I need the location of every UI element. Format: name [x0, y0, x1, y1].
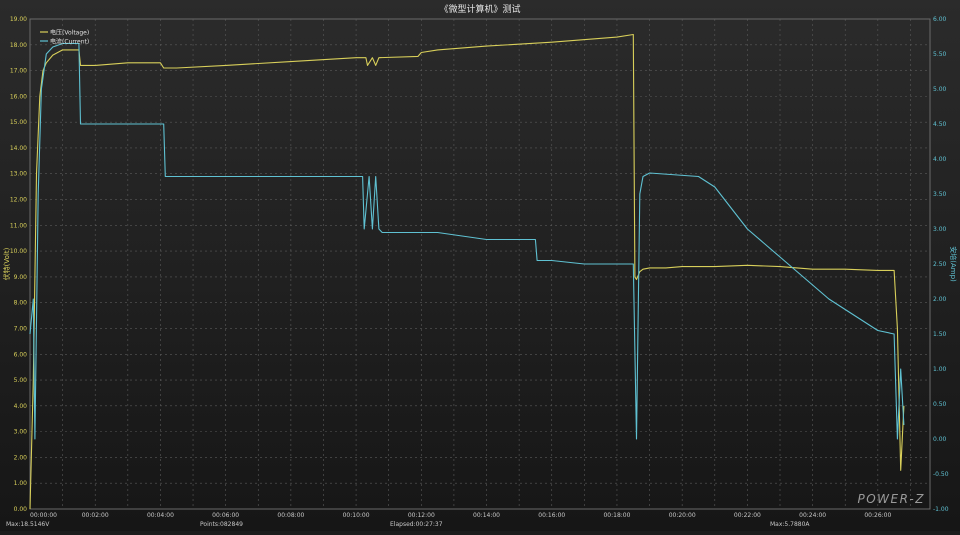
y-right-tick-label: -1.00 [933, 506, 949, 513]
y-left-tick-label: 17.00 [10, 68, 27, 75]
y-right-tick-label: 5.00 [933, 86, 947, 93]
y-right-tick-label: 6.00 [933, 16, 947, 23]
y-left-tick-label: 8.00 [14, 300, 28, 307]
y-left-tick-label: 9.00 [14, 274, 28, 281]
y-axis-left-label: 伏特(Volt) [2, 247, 11, 280]
chart: 0.00 1.00 2.00 3.00 4.00 5.00 6.00 7.00 8.00 9.00… [0, 0, 960, 531]
x-tick-label: 00:14:00 [473, 512, 500, 519]
y-left-tick-label: 6.00 [14, 351, 28, 358]
y-right-tick-label: 2.00 [933, 296, 947, 303]
x-tick-label: 00:18:00 [603, 512, 630, 519]
x-tick-label: 00:00:00 [30, 512, 57, 519]
x-tick-label: 00:20:00 [669, 512, 696, 519]
footer-max-voltage: Max:18.5146V [6, 521, 50, 528]
y-left-tick-label: 7.00 [14, 325, 28, 332]
y-right-tick-label: 3.00 [933, 226, 947, 233]
y-left-tick-label: 4.00 [14, 403, 28, 410]
chart-title: 《微型计算机》测试 [439, 3, 520, 15]
x-tick-label: 00:26:00 [864, 512, 891, 519]
x-tick-label: 00:24:00 [799, 512, 826, 519]
y-left-tick-label: 0.00 [14, 506, 28, 513]
y-right-tick-label: 3.50 [933, 191, 947, 198]
y-left-tick-label: 5.00 [14, 377, 28, 384]
y-right-tick-label: 0.00 [933, 436, 947, 443]
y-left-tick-label: 3.00 [14, 429, 28, 436]
y-left-tick-label: 18.00 [10, 42, 27, 49]
y-right-tick-label: 4.00 [933, 156, 947, 163]
chart-background [0, 0, 960, 531]
y-left-tick-label: 10.00 [10, 248, 27, 255]
footer-elapsed: Elapsed:00:27:37 [390, 521, 443, 528]
y-axis-right-label: 安培(Amp) [949, 246, 958, 282]
x-tick-label: 00:08:00 [277, 512, 304, 519]
x-tick-label: 00:02:00 [82, 512, 109, 519]
x-tick-label: 00:04:00 [147, 512, 174, 519]
y-right-tick-label: 5.50 [933, 51, 947, 58]
y-left-tick-label: 1.00 [14, 480, 28, 487]
y-left-tick-label: 13.00 [10, 171, 27, 178]
legend-label-voltage: 电压(Voltage) [50, 29, 89, 37]
y-left-tick-label: 16.00 [10, 93, 27, 100]
footer-points: Points:082849 [200, 521, 243, 528]
y-right-tick-label: 0.50 [933, 401, 947, 408]
y-left-tick-label: 11.00 [10, 222, 27, 229]
y-left-tick-label: 15.00 [10, 119, 27, 126]
y-right-tick-label: 1.00 [933, 366, 947, 373]
y-right-tick-label: -0.50 [933, 471, 949, 478]
x-tick-label: 00:12:00 [408, 512, 435, 519]
legend-label-current: 电流(Current) [50, 38, 89, 46]
footer-max-current: Max:5.7880A [770, 521, 810, 528]
y-left-tick-label: 19.00 [10, 16, 27, 23]
x-tick-label: 00:16:00 [538, 512, 565, 519]
y-left-tick-label: 14.00 [10, 145, 27, 152]
y-right-tick-label: 2.50 [933, 261, 947, 268]
y-right-tick-label: 1.50 [933, 331, 947, 338]
brand-logo: POWER-Z [857, 492, 925, 506]
chart-svg: 0.00 1.00 2.00 3.00 4.00 5.00 6.00 7.00 8.00 9.00… [0, 0, 960, 531]
y-left-tick-label: 2.00 [14, 454, 28, 461]
x-tick-label: 00:22:00 [734, 512, 761, 519]
y-right-tick-label: 4.50 [933, 121, 947, 128]
y-left-tick-label: 12.00 [10, 197, 27, 204]
x-tick-label: 00:06:00 [212, 512, 239, 519]
x-tick-label: 00:10:00 [343, 512, 370, 519]
